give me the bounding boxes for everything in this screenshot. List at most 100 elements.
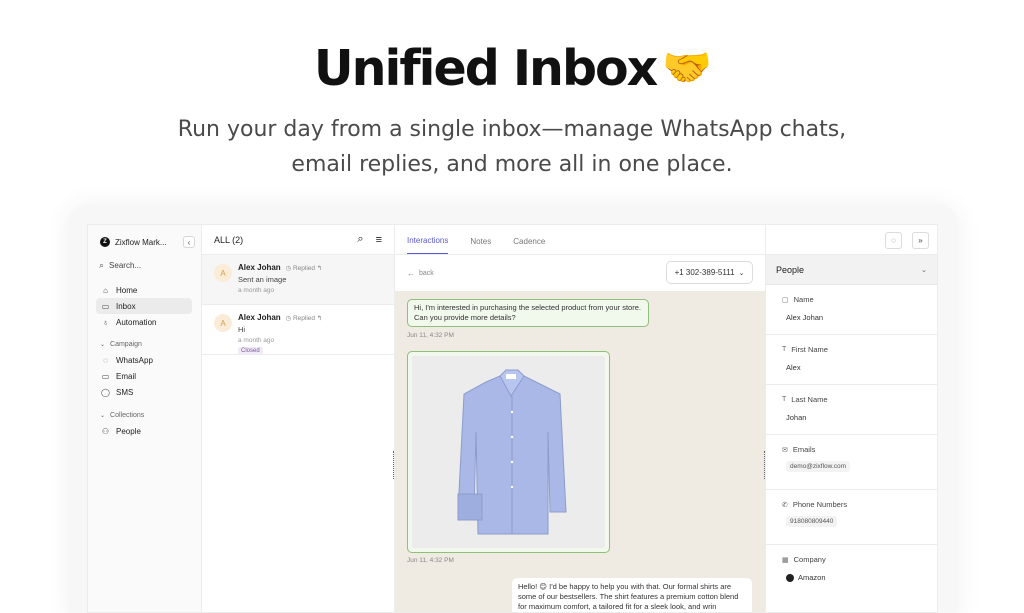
user-icon: ▢ — [782, 296, 789, 304]
conversation-row[interactable]: A Alex Johan ◷ Replied ↰ Sent an image a… — [202, 255, 394, 305]
expand-panel-button[interactable]: » — [912, 232, 929, 249]
section-label: Collections — [110, 412, 145, 419]
text-icon: T — [782, 346, 787, 353]
field-first-name[interactable]: T First Name Alex — [766, 335, 937, 385]
field-label: ▦ Company — [782, 555, 826, 564]
email-icon: ▭ — [101, 371, 110, 381]
company-name: Amazon — [798, 573, 826, 582]
avatar: A — [214, 264, 232, 282]
collapse-sidebar-button[interactable]: ‹ — [183, 236, 195, 248]
people-icon: ⚇ — [101, 426, 110, 436]
back-link[interactable]: back — [419, 270, 434, 277]
reply-status-text: Replied — [292, 315, 316, 322]
field-label: ✉ Emails — [782, 445, 815, 454]
chevron-down-icon: ⌄ — [738, 269, 745, 277]
conversation-tabs: Interactions Notes Cadence — [395, 225, 765, 255]
hero-subtitle: Run your day from a single inbox—manage … — [177, 117, 847, 177]
sidebar-item-label: SMS — [116, 387, 134, 397]
image-message[interactable] — [407, 351, 610, 553]
field-label: T First Name — [782, 345, 828, 354]
search-icon[interactable]: ⌕ — [357, 233, 363, 246]
contact-name: Alex Johan — [238, 313, 281, 322]
sidebar-item-label: Automation — [116, 317, 157, 327]
people-header[interactable]: People ⌄ — [766, 255, 937, 285]
conversation-list-header: ALL (2) ⌕ ≡ — [202, 225, 394, 255]
sidebar-item-label: People — [116, 426, 141, 436]
sidebar-search[interactable]: ⌕ Search... — [96, 256, 191, 274]
message-time: a month ago — [238, 337, 275, 344]
sidebar-item-label: WhatsApp — [116, 355, 153, 365]
contact-name: Alex Johan — [238, 263, 281, 272]
sidebar-item-inbox[interactable]: ▭ Inbox — [96, 298, 192, 314]
field-name[interactable]: ▢ Name Alex Johan — [766, 285, 937, 335]
field-phone-numbers[interactable]: ✆ Phone Numbers 918080809440 — [766, 490, 937, 545]
home-icon: ⌂ — [103, 285, 108, 295]
message-timestamp: Jun 11, 4:32 PM — [407, 557, 454, 564]
sms-icon: ◯ — [101, 387, 110, 397]
status-badge: Closed — [238, 347, 263, 355]
sidebar-item-people[interactable]: ⚇ People — [96, 423, 192, 439]
tab-notes[interactable]: Notes — [470, 237, 491, 254]
reply-status: ◷ Replied ↰ — [283, 315, 323, 322]
shirt-image — [412, 356, 605, 548]
filter-icon[interactable]: ≡ — [376, 234, 382, 246]
field-emails[interactable]: ✉ Emails demo@zixflow.com — [766, 435, 937, 490]
field-label-text: First Name — [791, 345, 828, 354]
field-value: Alex Johan — [786, 313, 824, 322]
whatsapp-button[interactable]: ◌ — [885, 232, 902, 249]
chevron-down-icon: ⌄ — [100, 413, 106, 419]
inbox-icon: ▭ — [101, 301, 110, 311]
text-icon: T — [782, 396, 787, 403]
phone-selector[interactable]: +1 302-389-5111 ⌄ — [666, 261, 753, 284]
building-icon: ▦ — [782, 556, 789, 564]
field-label-text: Emails — [792, 445, 816, 454]
arrow-left-icon[interactable]: ← — [407, 269, 415, 278]
field-company[interactable]: ▦ Company Amazon — [766, 545, 937, 612]
sidebar-item-whatsapp[interactable]: ◌ WhatsApp — [96, 352, 192, 368]
chevron-left-icon: ‹ — [187, 237, 191, 247]
sidebar-item-automation[interactable]: ♁ Automation — [96, 314, 192, 330]
field-last-name[interactable]: T Last Name Johan — [766, 385, 937, 435]
outgoing-message: Hello! 😊 I'd be happy to help you with t… — [512, 578, 752, 612]
chevron-down-icon: ⌄ — [100, 342, 106, 348]
tab-interactions[interactable]: Interactions — [407, 236, 449, 254]
field-label: ✆ Phone Numbers — [782, 500, 847, 509]
incoming-message: Hi, I'm interested in purchasing the sel… — [407, 299, 649, 327]
section-campaign[interactable]: ⌄ Campaign — [100, 341, 142, 348]
whatsapp-icon: ◌ — [103, 355, 108, 365]
phone-icon: ✆ — [782, 501, 788, 509]
tab-cadence[interactable]: Cadence — [513, 237, 545, 254]
conversation-panel: Interactions Notes Cadence ← back +1 302… — [395, 225, 765, 612]
section-label: Campaign — [110, 341, 142, 348]
contact-name-line: Alex Johan ◷ Replied ↰ — [238, 263, 394, 272]
sidebar-item-home[interactable]: ⌂ Home — [96, 282, 192, 298]
resize-handle[interactable] — [393, 451, 395, 479]
message-time: a month ago — [238, 287, 275, 294]
workspace-switcher[interactable]: Z Zixflow Mark... ‹ — [100, 235, 195, 249]
sidebar-item-label: Home — [116, 285, 138, 295]
double-chevron-right-icon: » — [918, 236, 923, 245]
section-collections[interactable]: ⌄ Collections — [100, 412, 144, 419]
conversation-row[interactable]: A Alex Johan ◷ Replied ↰ Hi a month ago … — [202, 305, 394, 355]
app-window: Z Zixflow Mark... ‹ ⌕ Search... ⌂ Home ▭… — [87, 224, 938, 613]
field-label: ▢ Name — [782, 295, 814, 304]
email-chip[interactable]: demo@zixflow.com — [786, 461, 851, 472]
search-label: Search... — [109, 260, 142, 270]
hero-title-text: Unified Inbox — [313, 40, 658, 97]
mail-icon: ✉ — [782, 446, 788, 454]
sidebar-item-label: Email — [116, 371, 137, 381]
company-value[interactable]: Amazon — [786, 573, 826, 582]
list-title: ALL (2) — [214, 234, 244, 245]
sidebar-item-email[interactable]: ▭ Email — [96, 368, 192, 384]
chevron-down-icon: ⌄ — [921, 266, 927, 274]
field-label-text: Last Name — [791, 395, 828, 404]
search-icon: ⌕ — [99, 259, 105, 270]
top-actions: ◌ » — [765, 225, 937, 255]
contact-name-line: Alex Johan ◷ Replied ↰ — [238, 313, 394, 322]
sidebar-item-sms[interactable]: ◯ SMS — [96, 384, 192, 400]
people-panel: People ⌄ ▢ Name Alex Johan T First Name Al… — [765, 255, 937, 612]
avatar: A — [214, 314, 232, 332]
sidebar-item-label: Inbox — [116, 301, 136, 311]
phone-chip[interactable]: 918080809440 — [786, 516, 838, 527]
reply-status: ◷ Replied ↰ — [283, 265, 323, 272]
